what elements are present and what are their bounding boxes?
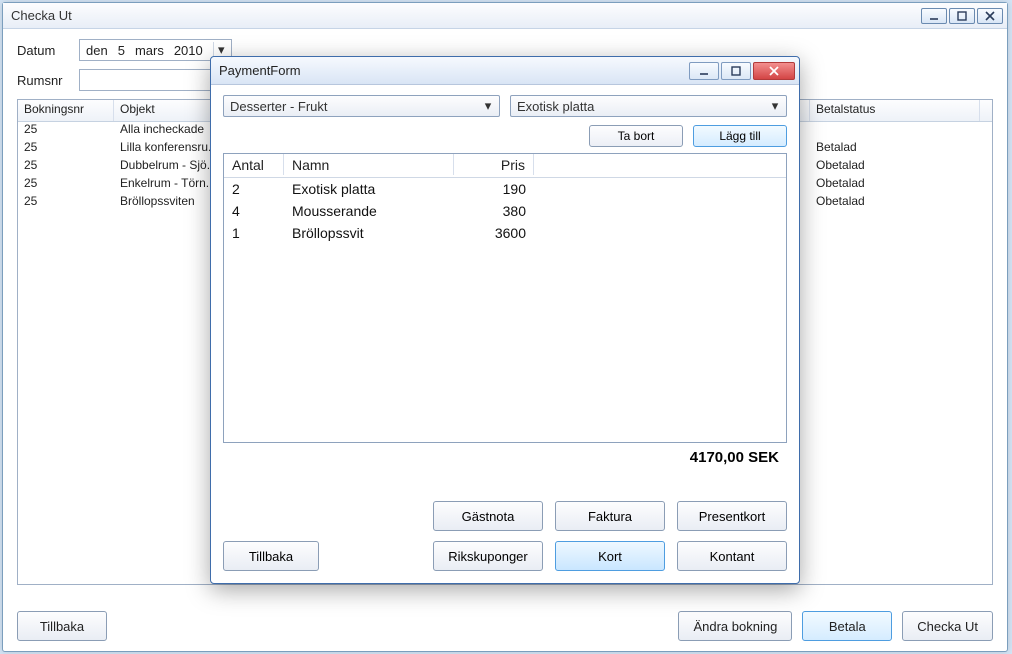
date-year: 2010	[174, 43, 203, 58]
date-day: 5	[118, 43, 125, 58]
close-button[interactable]	[977, 8, 1003, 24]
add-button[interactable]: Lägg till	[693, 125, 787, 147]
items-cell: Exotisk platta	[284, 181, 454, 197]
column-header[interactable]: Betalstatus	[810, 100, 980, 121]
minimize-button[interactable]	[921, 8, 947, 24]
items-cell: Mousserande	[284, 203, 454, 219]
pay-button[interactable]: Betala	[802, 611, 892, 641]
table-cell: 25	[18, 176, 114, 194]
items-row[interactable]: 4Mousserande380	[224, 200, 786, 222]
items-column-header[interactable]: Antal	[224, 154, 284, 175]
date-picker[interactable]: den 5 mars 2010 ▾	[79, 39, 232, 61]
dialog-titlebar: PaymentForm	[211, 57, 799, 85]
table-cell: Betalad	[810, 140, 980, 158]
table-cell: 25	[18, 140, 114, 158]
main-bottom-bar: Tillbaka Ändra bokning Betala Checka Ut	[17, 611, 993, 641]
dialog-minimize-button[interactable]	[689, 62, 719, 80]
items-table: AntalNamnPris 2Exotisk platta1904Mousser…	[223, 153, 787, 443]
giftcard-button[interactable]: Presentkort	[677, 501, 787, 531]
back-button[interactable]: Tillbaka	[17, 611, 107, 641]
items-cell: 1	[224, 225, 284, 241]
maximize-button[interactable]	[949, 8, 975, 24]
items-cell: 4	[224, 203, 284, 219]
payment-dialog: PaymentForm Desserter - Frukt ▾ Exotisk …	[210, 56, 800, 584]
table-cell: 25	[18, 194, 114, 212]
dialog-title: PaymentForm	[219, 63, 689, 78]
items-row[interactable]: 1Bröllopssvit3600	[224, 222, 786, 244]
item-dropdown[interactable]: Exotisk platta ▾	[510, 95, 787, 117]
items-cell: 2	[224, 181, 284, 197]
table-cell: 25	[18, 158, 114, 176]
items-cell: 3600	[454, 225, 534, 241]
cash-button[interactable]: Kontant	[677, 541, 787, 571]
card-button[interactable]: Kort	[555, 541, 665, 571]
table-cell	[810, 122, 980, 140]
items-cell: Bröllopssvit	[284, 225, 454, 241]
items-body: 2Exotisk platta1904Mousserande3801Bröllo…	[224, 178, 786, 244]
main-title: Checka Ut	[7, 8, 919, 23]
dialog-body: Desserter - Frukt ▾ Exotisk platta ▾ Ta …	[211, 85, 799, 583]
table-cell: Obetalad	[810, 176, 980, 194]
chevron-down-icon: ▾	[481, 99, 495, 113]
room-label: Rumsnr	[17, 73, 79, 88]
items-row[interactable]: 2Exotisk platta190	[224, 178, 786, 200]
checkout-button[interactable]: Checka Ut	[902, 611, 993, 641]
main-titlebar: Checka Ut	[3, 3, 1007, 29]
date-label: Datum	[17, 43, 79, 58]
dialog-close-button[interactable]	[753, 62, 795, 80]
items-header: AntalNamnPris	[224, 154, 786, 178]
chevron-down-icon: ▾	[768, 99, 782, 113]
date-month: mars	[135, 43, 164, 58]
date-weekday: den	[86, 43, 108, 58]
dialog-bottom: Gästnota Faktura Presentkort Tillbaka Ri…	[223, 501, 787, 571]
column-header[interactable]: Bokningsnr	[18, 100, 114, 121]
table-cell: Obetalad	[810, 194, 980, 212]
guest-note-button[interactable]: Gästnota	[433, 501, 543, 531]
dialog-back-button[interactable]: Tillbaka	[223, 541, 319, 571]
items-cell: 380	[454, 203, 534, 219]
remove-button[interactable]: Ta bort	[589, 125, 683, 147]
items-column-header[interactable]: Pris	[454, 154, 534, 175]
change-booking-button[interactable]: Ändra bokning	[678, 611, 792, 641]
category-dropdown[interactable]: Desserter - Frukt ▾	[223, 95, 500, 117]
total-label: 4170,00 SEK	[223, 443, 787, 468]
dialog-maximize-button[interactable]	[721, 62, 751, 80]
item-selected: Exotisk platta	[517, 99, 594, 114]
category-selected: Desserter - Frukt	[230, 99, 328, 114]
items-column-header[interactable]: Namn	[284, 154, 454, 175]
items-cell: 190	[454, 181, 534, 197]
coupons-button[interactable]: Rikskuponger	[433, 541, 543, 571]
table-cell: 25	[18, 122, 114, 140]
invoice-button[interactable]: Faktura	[555, 501, 665, 531]
table-cell: Obetalad	[810, 158, 980, 176]
